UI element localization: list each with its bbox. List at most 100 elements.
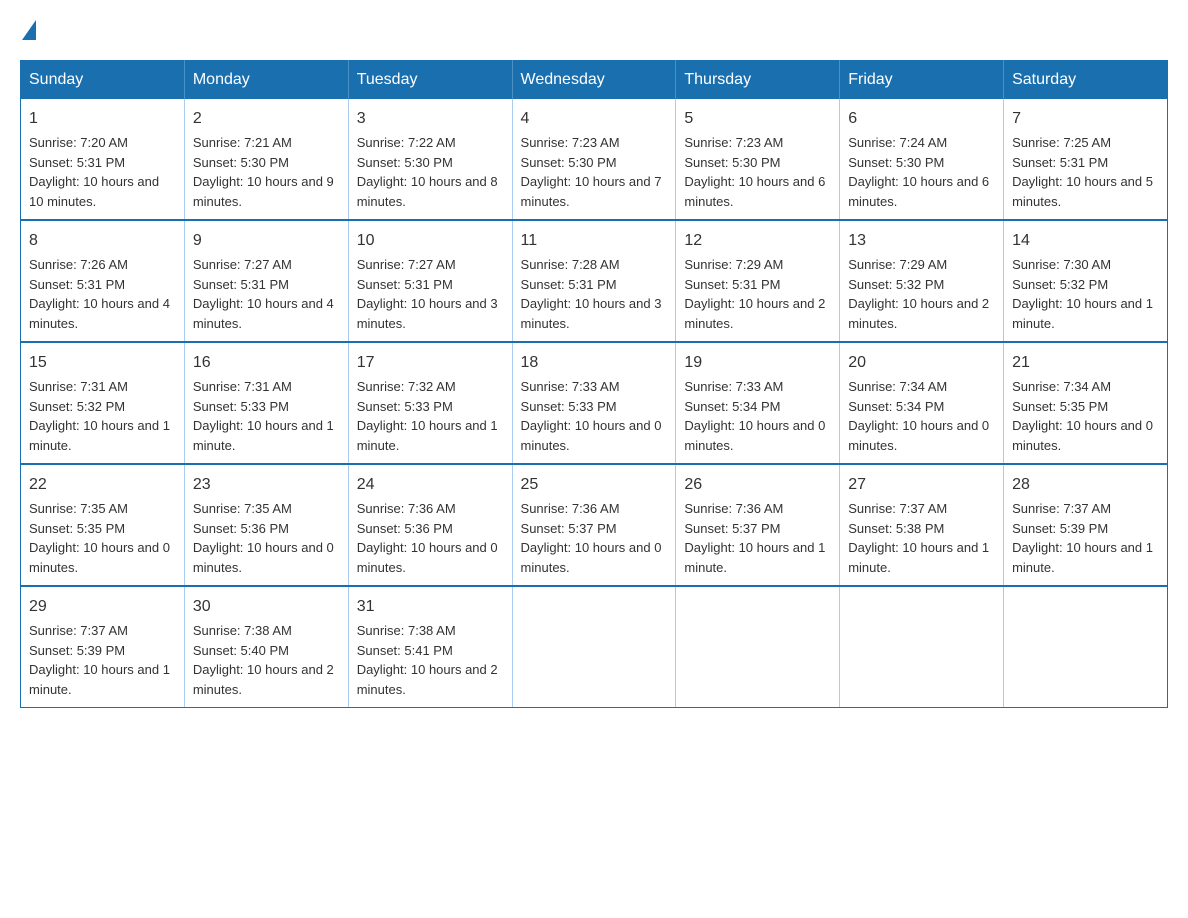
calendar-cell: 21Sunrise: 7:34 AMSunset: 5:35 PMDayligh… [1004, 342, 1168, 464]
calendar-cell [676, 586, 840, 708]
calendar-cell: 1 Sunrise: 7:20 AMSunset: 5:31 PMDaylight… [21, 99, 185, 220]
day-number: 23 [193, 473, 340, 497]
calendar-cell: 13 Sunrise: 7:29 AMSunset: 5:32 PMDayligh… [840, 220, 1004, 342]
column-header-wednesday: Wednesday [512, 61, 676, 100]
calendar-week-row: 1 Sunrise: 7:20 AMSunset: 5:31 PMDaylight… [21, 99, 1168, 220]
day-number: 6 [848, 107, 995, 131]
day-number: 24 [357, 473, 504, 497]
day-info: Sunrise: 7:23 AMSunset: 5:30 PMDaylight:… [684, 135, 825, 209]
day-info: Sunrise: 7:32 AMSunset: 5:33 PMDaylight:… [357, 379, 498, 453]
calendar-cell: 18Sunrise: 7:33 AMSunset: 5:33 PMDayligh… [512, 342, 676, 464]
calendar-cell: 25Sunrise: 7:36 AMSunset: 5:37 PMDayligh… [512, 464, 676, 586]
day-number: 29 [29, 595, 176, 619]
day-number: 10 [357, 229, 504, 253]
day-info: Sunrise: 7:29 AMSunset: 5:31 PMDaylight:… [684, 257, 825, 331]
logo-triangle-icon [22, 20, 36, 40]
calendar-cell: 29 Sunrise: 7:37 AMSunset: 5:39 PMDayligh… [21, 586, 185, 708]
day-info: Sunrise: 7:37 AMSunset: 5:39 PMDaylight:… [29, 623, 170, 697]
day-number: 16 [193, 351, 340, 375]
calendar-cell: 20 Sunrise: 7:34 AMSunset: 5:34 PMDayligh… [840, 342, 1004, 464]
column-header-monday: Monday [184, 61, 348, 100]
calendar-cell: 10 Sunrise: 7:27 AMSunset: 5:31 PMDayligh… [348, 220, 512, 342]
day-info: Sunrise: 7:20 AMSunset: 5:31 PMDaylight:… [29, 135, 159, 209]
calendar-week-row: 15 Sunrise: 7:31 AMSunset: 5:32 PMDayligh… [21, 342, 1168, 464]
day-number: 14 [1012, 229, 1159, 253]
calendar-cell: 5 Sunrise: 7:23 AMSunset: 5:30 PMDaylight… [676, 99, 840, 220]
day-info: Sunrise: 7:22 AMSunset: 5:30 PMDaylight:… [357, 135, 498, 209]
calendar-week-row: 29 Sunrise: 7:37 AMSunset: 5:39 PMDayligh… [21, 586, 1168, 708]
calendar-cell: 4 Sunrise: 7:23 AMSunset: 5:30 PMDaylight… [512, 99, 676, 220]
day-info: Sunrise: 7:30 AMSunset: 5:32 PMDaylight:… [1012, 257, 1153, 331]
calendar-header-row: SundayMondayTuesdayWednesdayThursdayFrid… [21, 61, 1168, 100]
day-info: Sunrise: 7:34 AMSunset: 5:34 PMDaylight:… [848, 379, 989, 453]
day-number: 19 [684, 351, 831, 375]
logo [20, 20, 38, 40]
calendar-cell [840, 586, 1004, 708]
calendar-cell: 27Sunrise: 7:37 AMSunset: 5:38 PMDayligh… [840, 464, 1004, 586]
calendar-cell [512, 586, 676, 708]
day-number: 4 [521, 107, 668, 131]
day-info: Sunrise: 7:35 AMSunset: 5:35 PMDaylight:… [29, 501, 170, 575]
day-number: 17 [357, 351, 504, 375]
day-info: Sunrise: 7:24 AMSunset: 5:30 PMDaylight:… [848, 135, 989, 209]
day-number: 2 [193, 107, 340, 131]
day-number: 22 [29, 473, 176, 497]
day-info: Sunrise: 7:36 AMSunset: 5:37 PMDaylight:… [684, 501, 825, 575]
day-number: 3 [357, 107, 504, 131]
day-info: Sunrise: 7:29 AMSunset: 5:32 PMDaylight:… [848, 257, 989, 331]
day-number: 28 [1012, 473, 1159, 497]
calendar-cell: 14 Sunrise: 7:30 AMSunset: 5:32 PMDayligh… [1004, 220, 1168, 342]
calendar-cell: 2 Sunrise: 7:21 AMSunset: 5:30 PMDaylight… [184, 99, 348, 220]
day-number: 13 [848, 229, 995, 253]
day-number: 27 [848, 473, 995, 497]
calendar-cell: 19 Sunrise: 7:33 AMSunset: 5:34 PMDayligh… [676, 342, 840, 464]
column-header-sunday: Sunday [21, 61, 185, 100]
day-info: Sunrise: 7:23 AMSunset: 5:30 PMDaylight:… [521, 135, 662, 209]
day-number: 5 [684, 107, 831, 131]
calendar-week-row: 8 Sunrise: 7:26 AMSunset: 5:31 PMDaylight… [21, 220, 1168, 342]
calendar-cell: 24 Sunrise: 7:36 AMSunset: 5:36 PMDayligh… [348, 464, 512, 586]
calendar-cell: 7 Sunrise: 7:25 AMSunset: 5:31 PMDaylight… [1004, 99, 1168, 220]
calendar-cell: 12 Sunrise: 7:29 AMSunset: 5:31 PMDayligh… [676, 220, 840, 342]
day-info: Sunrise: 7:27 AMSunset: 5:31 PMDaylight:… [357, 257, 498, 331]
column-header-tuesday: Tuesday [348, 61, 512, 100]
page-header [20, 20, 1168, 40]
calendar-cell: 23Sunrise: 7:35 AMSunset: 5:36 PMDayligh… [184, 464, 348, 586]
day-number: 7 [1012, 107, 1159, 131]
day-info: Sunrise: 7:34 AMSunset: 5:35 PMDaylight:… [1012, 379, 1153, 453]
day-info: Sunrise: 7:33 AMSunset: 5:34 PMDaylight:… [684, 379, 825, 453]
day-number: 11 [521, 229, 668, 253]
day-number: 12 [684, 229, 831, 253]
day-info: Sunrise: 7:28 AMSunset: 5:31 PMDaylight:… [521, 257, 662, 331]
column-header-thursday: Thursday [676, 61, 840, 100]
calendar-cell: 28 Sunrise: 7:37 AMSunset: 5:39 PMDayligh… [1004, 464, 1168, 586]
calendar-cell [1004, 586, 1168, 708]
day-number: 9 [193, 229, 340, 253]
column-header-saturday: Saturday [1004, 61, 1168, 100]
day-info: Sunrise: 7:38 AMSunset: 5:40 PMDaylight:… [193, 623, 334, 697]
day-info: Sunrise: 7:21 AMSunset: 5:30 PMDaylight:… [193, 135, 334, 209]
day-info: Sunrise: 7:25 AMSunset: 5:31 PMDaylight:… [1012, 135, 1153, 209]
day-info: Sunrise: 7:27 AMSunset: 5:31 PMDaylight:… [193, 257, 334, 331]
day-number: 15 [29, 351, 176, 375]
day-info: Sunrise: 7:36 AMSunset: 5:37 PMDaylight:… [521, 501, 662, 575]
day-number: 8 [29, 229, 176, 253]
day-number: 18 [521, 351, 668, 375]
calendar-cell: 8 Sunrise: 7:26 AMSunset: 5:31 PMDaylight… [21, 220, 185, 342]
day-info: Sunrise: 7:31 AMSunset: 5:33 PMDaylight:… [193, 379, 334, 453]
calendar-table: SundayMondayTuesdayWednesdayThursdayFrid… [20, 60, 1168, 708]
day-info: Sunrise: 7:38 AMSunset: 5:41 PMDaylight:… [357, 623, 498, 697]
calendar-week-row: 22 Sunrise: 7:35 AMSunset: 5:35 PMDayligh… [21, 464, 1168, 586]
column-header-friday: Friday [840, 61, 1004, 100]
day-number: 1 [29, 107, 176, 131]
day-info: Sunrise: 7:36 AMSunset: 5:36 PMDaylight:… [357, 501, 498, 575]
day-info: Sunrise: 7:37 AMSunset: 5:39 PMDaylight:… [1012, 501, 1153, 575]
day-info: Sunrise: 7:26 AMSunset: 5:31 PMDaylight:… [29, 257, 170, 331]
calendar-cell: 30Sunrise: 7:38 AMSunset: 5:40 PMDayligh… [184, 586, 348, 708]
calendar-cell: 31Sunrise: 7:38 AMSunset: 5:41 PMDayligh… [348, 586, 512, 708]
day-number: 20 [848, 351, 995, 375]
day-info: Sunrise: 7:31 AMSunset: 5:32 PMDaylight:… [29, 379, 170, 453]
calendar-cell: 22 Sunrise: 7:35 AMSunset: 5:35 PMDayligh… [21, 464, 185, 586]
calendar-cell: 9 Sunrise: 7:27 AMSunset: 5:31 PMDaylight… [184, 220, 348, 342]
calendar-cell: 15 Sunrise: 7:31 AMSunset: 5:32 PMDayligh… [21, 342, 185, 464]
